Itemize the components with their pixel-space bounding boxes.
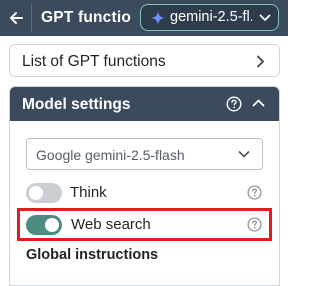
- model-select-dropdown[interactable]: Google gemini-2.5-flash: [26, 138, 263, 170]
- model-settings-title: Model settings: [22, 96, 131, 113]
- model-selector-button[interactable]: gemini-2.5-fl...: [140, 4, 279, 31]
- help-circle-icon[interactable]: [226, 96, 242, 112]
- toggle-knob: [29, 186, 43, 200]
- chevron-down-icon: [259, 14, 271, 21]
- back-button[interactable]: [5, 7, 27, 29]
- chevron-up-icon[interactable]: [252, 98, 265, 108]
- model-selector-value: gemini-2.5-fl...: [170, 9, 252, 25]
- arrow-left-icon: [10, 12, 23, 24]
- highlight-box: [17, 208, 272, 241]
- top-bar: GPT functio gemini-2.5-fl...: [0, 0, 288, 36]
- think-toggle[interactable]: [26, 183, 62, 203]
- functions-list-label: List of GPT functions: [22, 53, 166, 70]
- chevron-right-icon: [257, 55, 264, 68]
- global-instructions-label: Global instructions: [26, 247, 159, 263]
- top-bar-divider: [31, 4, 32, 32]
- model-settings-header[interactable]: Model settings: [10, 87, 279, 121]
- chevron-down-icon: [238, 151, 250, 158]
- functions-list-row[interactable]: List of GPT functions: [9, 44, 280, 77]
- app-title: GPT functio: [41, 9, 132, 26]
- help-circle-icon[interactable]: [247, 185, 262, 200]
- think-label: Think: [70, 184, 107, 201]
- sparkle-icon: [151, 11, 165, 25]
- model-select-value: Google gemini-2.5-flash: [36, 147, 185, 163]
